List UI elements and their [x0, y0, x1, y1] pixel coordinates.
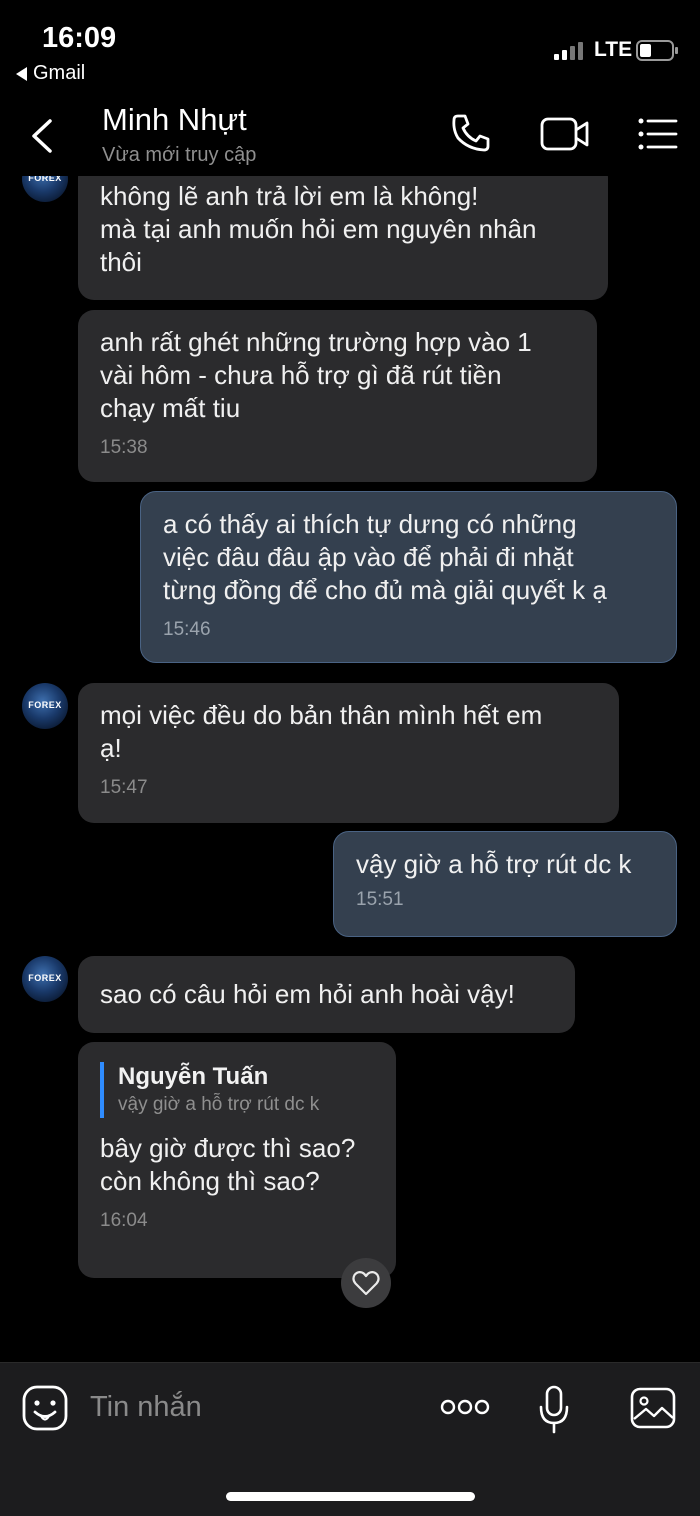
message-text: bây giờ được thì sao? còn không thì sao?: [100, 1133, 356, 1196]
video-icon[interactable]: [540, 116, 590, 152]
back-to-app-link[interactable]: Gmail: [16, 62, 85, 85]
message-text: vậy giờ a hỗ trợ rút dc k: [356, 849, 632, 879]
message-bubble[interactable]: vậy giờ a hỗ trợ rút dc k 15:51: [333, 831, 677, 937]
message-text: mọi việc đều do bản thân mình hết em ạ!: [100, 700, 543, 763]
contact-avatar[interactable]: FOREX: [22, 176, 68, 202]
phone-icon[interactable]: [450, 112, 492, 154]
back-triangle-icon: [16, 66, 27, 81]
network-type: LTE: [594, 38, 633, 61]
message-bubble[interactable]: sao có câu hỏi em hỏi anh hoài vậy!: [78, 956, 575, 1033]
status-time: 16:09: [42, 22, 117, 54]
home-indicator[interactable]: [226, 1492, 475, 1501]
message-list[interactable]: FOREX không lẽ anh trả lời em là không! …: [0, 176, 700, 1362]
message-text: sao có câu hỏi em hỏi anh hoài vậy!: [100, 979, 515, 1009]
message-time: 16:04: [100, 1210, 148, 1231]
contact-avatar[interactable]: FOREX: [22, 956, 68, 1002]
message-text: anh rất ghét những trường hợp vào 1 vài …: [100, 327, 532, 423]
message-time: 15:51: [356, 889, 404, 910]
chevron-left-icon[interactable]: [28, 118, 58, 154]
message-bubble[interactable]: không lẽ anh trả lời em là không! mà tại…: [78, 176, 608, 300]
chat-screen: 16:09 Gmail LTE Minh Nhựt Vừa mới truy c…: [0, 0, 700, 1516]
image-icon[interactable]: [630, 1387, 676, 1429]
battery-icon: [636, 40, 678, 61]
message-time: 15:38: [100, 437, 148, 458]
message-bubble[interactable]: mọi việc đều do bản thân mình hết em ạ! …: [78, 683, 619, 823]
message-text: a có thấy ai thích tự dưng có những việc…: [163, 509, 607, 605]
battery-level: [640, 44, 651, 57]
chat-header: Minh Nhựt Vừa mới truy cập: [0, 96, 700, 176]
microphone-icon[interactable]: [538, 1385, 570, 1435]
message-input-bar: Tin nhắn: [0, 1362, 700, 1516]
contact-avatar[interactable]: FOREX: [22, 683, 68, 729]
more-dots-icon[interactable]: [440, 1399, 490, 1415]
signal-strength-icon: [554, 42, 583, 60]
sticker-icon[interactable]: [22, 1385, 68, 1431]
contact-name[interactable]: Minh Nhựt: [102, 102, 247, 138]
quoted-reply[interactable]: Nguyễn Tuấn vậy giờ a hỗ trợ rút dc k: [100, 1062, 374, 1118]
quoted-text: vậy giờ a hỗ trợ rút dc k: [118, 1094, 320, 1115]
message-bubble[interactable]: anh rất ghét những trường hợp vào 1 vài …: [78, 310, 597, 482]
message-bubble[interactable]: a có thấy ai thích tự dưng có những việc…: [140, 491, 677, 663]
message-time: 15:46: [163, 619, 211, 640]
message-text: không lẽ anh trả lời em là không! mà tại…: [100, 181, 537, 277]
message-input[interactable]: Tin nhắn: [90, 1391, 202, 1424]
contact-status: Vừa mới truy cập: [102, 144, 257, 166]
message-bubble[interactable]: Nguyễn Tuấn vậy giờ a hỗ trợ rút dc k bâ…: [78, 1042, 396, 1278]
quoted-sender: Nguyễn Tuấn: [118, 1063, 269, 1090]
list-menu-icon[interactable]: [638, 118, 678, 150]
back-app-label: Gmail: [33, 62, 86, 84]
heart-icon: [352, 1270, 380, 1296]
message-time: 15:47: [100, 777, 148, 798]
heart-reaction-button[interactable]: [341, 1258, 391, 1308]
